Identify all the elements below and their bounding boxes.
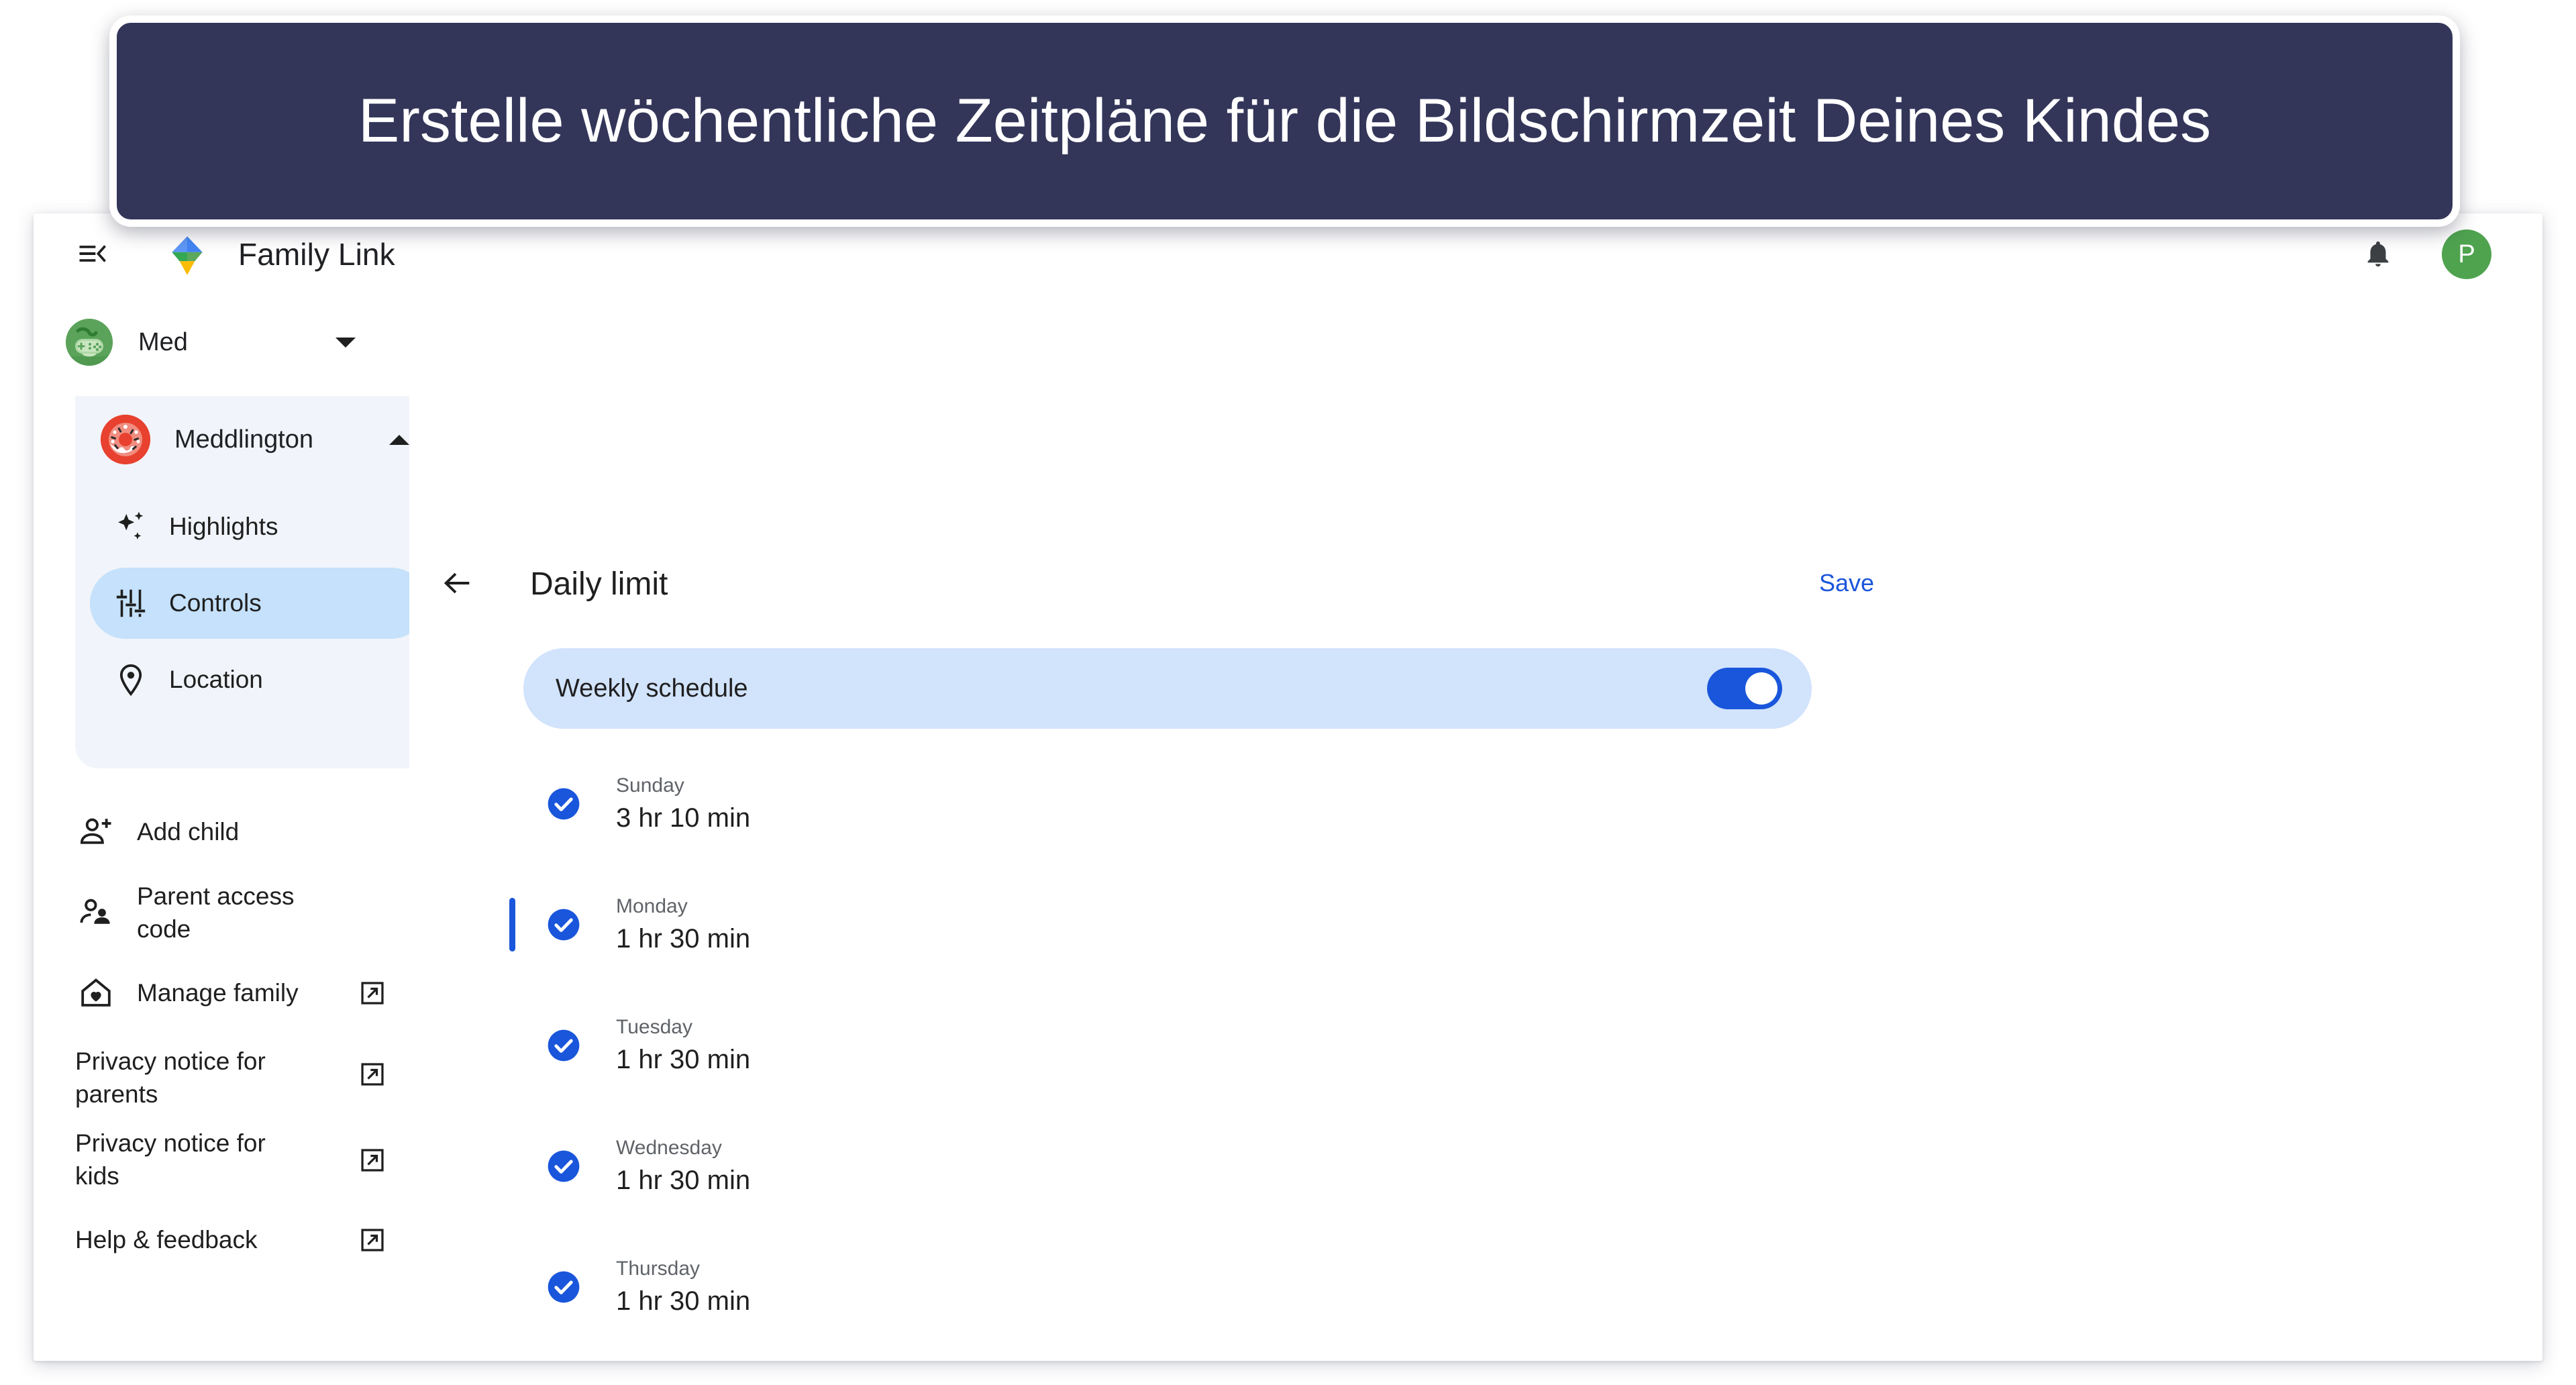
sidebar-item-location[interactable]: Location [90, 644, 427, 715]
weekly-schedule-row[interactable]: Weekly schedule [523, 648, 1812, 729]
day-name: Wednesday [616, 1136, 722, 1159]
day-name: Sunday [616, 774, 684, 797]
page-title: Daily limit [530, 566, 668, 602]
tune-sliders-icon [110, 582, 152, 624]
child-selector[interactable]: Meddlington [75, 396, 442, 483]
table-row[interactable]: Tuesday 1 hr 30 min [34, 985, 2542, 1106]
avatar[interactable]: P [2442, 229, 2491, 279]
back-button[interactable] [433, 560, 482, 609]
day-limit: 1 hr 30 min [616, 924, 751, 954]
day-limit: 1 hr 30 min [616, 1166, 751, 1196]
sidebar-item-label: Highlights [169, 513, 278, 540]
day-text: Monday 1 hr 30 min [616, 894, 750, 956]
sidebar-item-highlights[interactable]: Highlights [90, 491, 427, 562]
day-text: Wednesday 1 hr 30 min [616, 1135, 750, 1198]
table-row[interactable]: Thursday 1 hr 30 min [34, 1227, 2542, 1347]
promo-banner-text: Erstelle wöchentliche Zeitpläne für die … [358, 86, 2212, 155]
family-name: Med [138, 327, 188, 356]
child-name: Meddlington [174, 425, 314, 454]
avatar-initial: P [2458, 240, 2475, 268]
arrow-back-icon [440, 566, 475, 604]
app-window: Family Link P Med Meddlington Highlights… [34, 213, 2542, 1361]
weekly-schedule-toggle[interactable] [1707, 668, 1782, 709]
weekly-schedule-label: Weekly schedule [556, 674, 748, 703]
day-list: Sunday 3 hr 10 min Monday 1 hr 30 min Tu… [34, 743, 2542, 1361]
app-title: Family Link [238, 237, 395, 272]
menu-open-icon [75, 236, 110, 274]
day-name: Monday [616, 894, 688, 917]
family-selector[interactable]: Med [59, 310, 381, 374]
notifications-button[interactable] [2351, 228, 2405, 282]
table-row[interactable]: Sunday 3 hr 10 min [34, 743, 2542, 864]
sidebar-item-label: Controls [169, 589, 262, 617]
current-day-indicator [509, 898, 515, 952]
save-button[interactable]: Save [1808, 562, 1885, 604]
sidebar-item-controls[interactable]: Controls [90, 568, 427, 639]
day-text: Thursday 1 hr 30 min [616, 1256, 750, 1319]
promo-banner: Erstelle wöchentliche Zeitpläne für die … [109, 15, 2460, 227]
chevron-up-icon [389, 434, 409, 445]
day-text: Tuesday 1 hr 30 min [616, 1015, 750, 1077]
family-link-logo [165, 234, 209, 278]
chevron-down-icon [336, 337, 356, 348]
day-limit: 1 hr 30 min [616, 1286, 751, 1317]
donut-avatar [101, 415, 150, 464]
location-pin-icon [110, 659, 152, 701]
day-name: Tuesday [616, 1015, 692, 1038]
day-text: Sunday 3 hr 10 min [616, 773, 750, 835]
day-limit: 3 hr 10 min [616, 803, 751, 833]
day-name: Thursday [616, 1257, 701, 1280]
check-circle-icon[interactable] [545, 1268, 582, 1306]
check-circle-icon[interactable] [545, 1147, 582, 1185]
table-row[interactable]: Friday 1 hr 30 min [34, 1347, 2542, 1361]
child-panel: Meddlington Highlights Controls Location [75, 396, 442, 768]
check-circle-icon[interactable] [545, 906, 582, 943]
sidebar-item-label: Location [169, 666, 263, 693]
notifications-bell-icon [2363, 238, 2393, 272]
table-row[interactable]: Monday 1 hr 30 min [34, 864, 2542, 985]
menu-open-button[interactable] [68, 231, 117, 279]
gamepad-avatar [66, 319, 113, 366]
day-limit: 1 hr 30 min [616, 1045, 751, 1075]
check-circle-icon[interactable] [545, 1027, 582, 1064]
table-row[interactable]: Wednesday 1 hr 30 min [34, 1106, 2542, 1227]
check-circle-icon[interactable] [545, 785, 582, 823]
sparkle-icon [110, 506, 152, 548]
